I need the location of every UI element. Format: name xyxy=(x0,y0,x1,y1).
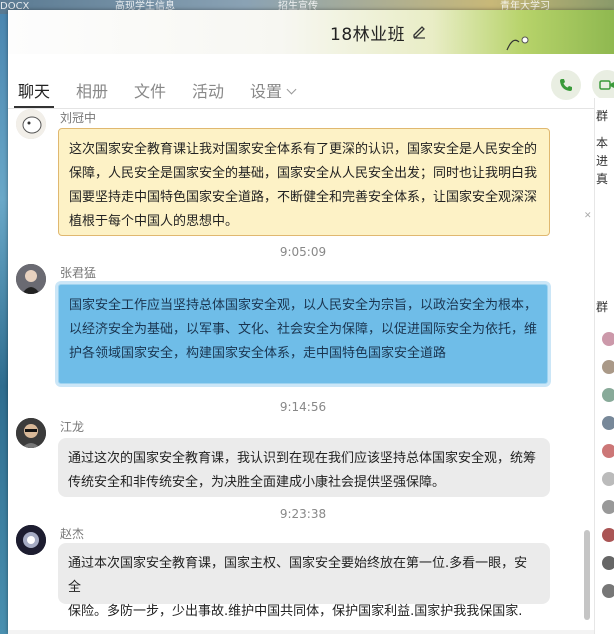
tab-chat[interactable]: 聊天 xyxy=(18,78,50,102)
message-list[interactable]: 刘冠中 这次国家安全教育课让我对国家安全体系有了更深的认识，国家安全是人民安全的… xyxy=(8,109,598,634)
message-bubble[interactable]: 通过这次的国家安全教育课，我认识到在现在我们应该坚持总体国家安全观，统筹 传统安… xyxy=(58,438,550,497)
avatar[interactable] xyxy=(16,418,46,448)
chevron-down-icon xyxy=(286,84,297,95)
desktop-background xyxy=(0,14,8,634)
message-line: 植根于每个中国人的思想中。 xyxy=(69,214,239,229)
member-avatar[interactable] xyxy=(602,360,614,374)
message-bubble[interactable]: 国家安全工作应当坚持总体国家安全观，以人民安全为宗旨，以政治安全为根本， 以经济… xyxy=(58,284,548,384)
message-line: 护各领域国家安全，构建国家安全体系，走中国特色国家安全道路 xyxy=(69,346,447,361)
message-timestamp: 9:23:38 xyxy=(279,507,327,521)
tab-bar: 聊天 相册 文件 活动 设置 xyxy=(8,54,614,109)
side-panel-heading: 群 xyxy=(596,300,609,314)
video-call-button[interactable] xyxy=(592,70,614,100)
tab-album[interactable]: 相册 xyxy=(76,78,108,102)
message-line: 通过这次的国家安全教育课，我认识到在现在我们应该坚持总体国家安全观，统筹 xyxy=(68,451,537,466)
video-icon xyxy=(599,80,614,90)
active-tab-indicator xyxy=(14,106,54,108)
voice-call-button[interactable] xyxy=(551,70,581,100)
message-line: 传统安全和非传统安全，为决胜全面建成小康社会提供坚强保障。 xyxy=(68,475,446,490)
tab-settings[interactable]: 设置 xyxy=(250,78,297,102)
message-timestamp: 9:14:56 xyxy=(279,400,327,414)
sender-name: 江龙 xyxy=(60,420,85,434)
settings-label: 设置 xyxy=(250,82,283,101)
sender-name: 张君猛 xyxy=(60,266,97,280)
member-avatar[interactable] xyxy=(602,388,614,402)
avatar[interactable] xyxy=(16,264,46,294)
member-avatar[interactable] xyxy=(602,416,614,430)
tab-files[interactable]: 文件 xyxy=(134,78,166,102)
scrollbar-thumb[interactable] xyxy=(584,530,590,620)
sender-name: 赵杰 xyxy=(60,527,85,541)
message-line: 通过本次国家安全教育课，国家主权、国家安全要始终放在第一位.多看一眼，安全 xyxy=(68,556,528,595)
pencil-icon[interactable] xyxy=(411,23,427,39)
sender-name: 刘冠中 xyxy=(60,111,97,125)
member-avatar[interactable] xyxy=(602,500,614,514)
member-avatar[interactable] xyxy=(602,556,614,570)
group-chat-window: 18林业班 聊天 相册 文件 活动 设置 刘冠中 这次国家安全教育课让我对国家安… xyxy=(8,10,614,634)
member-avatar[interactable] xyxy=(602,332,614,346)
group-name: 18林业班 xyxy=(330,25,406,45)
message-bubble[interactable]: 通过本次国家安全教育课，国家主权、国家安全要始终放在第一位.多看一眼，安全 保险… xyxy=(58,543,550,619)
side-panel-heading: 群 xyxy=(596,109,609,123)
avatar[interactable] xyxy=(16,109,46,139)
message-line: 国要坚持走中国特色国家安全道路，不断健全和完善安全体系，让国家安全观深深 xyxy=(69,190,538,205)
message-line: 这次国家安全教育课让我对国家安全体系有了更深的认识，国家安全是人民安全的 xyxy=(69,142,538,157)
phone-icon xyxy=(560,79,572,91)
title-bar[interactable]: 18林业班 xyxy=(8,10,614,54)
side-panel-text: 进 xyxy=(596,154,609,168)
tab-activities[interactable]: 活动 xyxy=(192,78,224,102)
message-line: 以经济安全为基础，以军事、文化、社会安全为保障，以促进国际安全为依托，维 xyxy=(69,322,538,337)
message-line: 保障，人民安全是国家安全的基础，国家安全从人民安全出发；同时也让我明白我 xyxy=(69,166,538,181)
member-avatar[interactable] xyxy=(602,444,614,458)
message-line: 国家安全工作应当坚持总体国家安全观，以人民安全为宗旨，以政治安全为根本， xyxy=(69,298,538,313)
member-avatar[interactable] xyxy=(602,472,614,486)
message-timestamp: 9:05:09 xyxy=(279,245,327,259)
member-avatar[interactable] xyxy=(602,584,614,598)
avatar[interactable] xyxy=(16,525,46,555)
member-avatar[interactable] xyxy=(602,528,614,542)
message-bubble[interactable]: 这次国家安全教育课让我对国家安全体系有了更深的认识，国家安全是人民安全的 保障，… xyxy=(58,128,550,236)
scroll-up-arrow[interactable]: ✕ xyxy=(584,211,592,221)
message-line: 保险。多防一步，少出事故.维护中国共同体，保护国家利益.国家护我我保国家. xyxy=(68,604,523,619)
decoration-icon xyxy=(506,36,529,51)
input-toolbar-edge xyxy=(8,630,614,634)
side-panel-text: 真 xyxy=(596,172,609,186)
side-panel-text: 本 xyxy=(596,136,609,150)
